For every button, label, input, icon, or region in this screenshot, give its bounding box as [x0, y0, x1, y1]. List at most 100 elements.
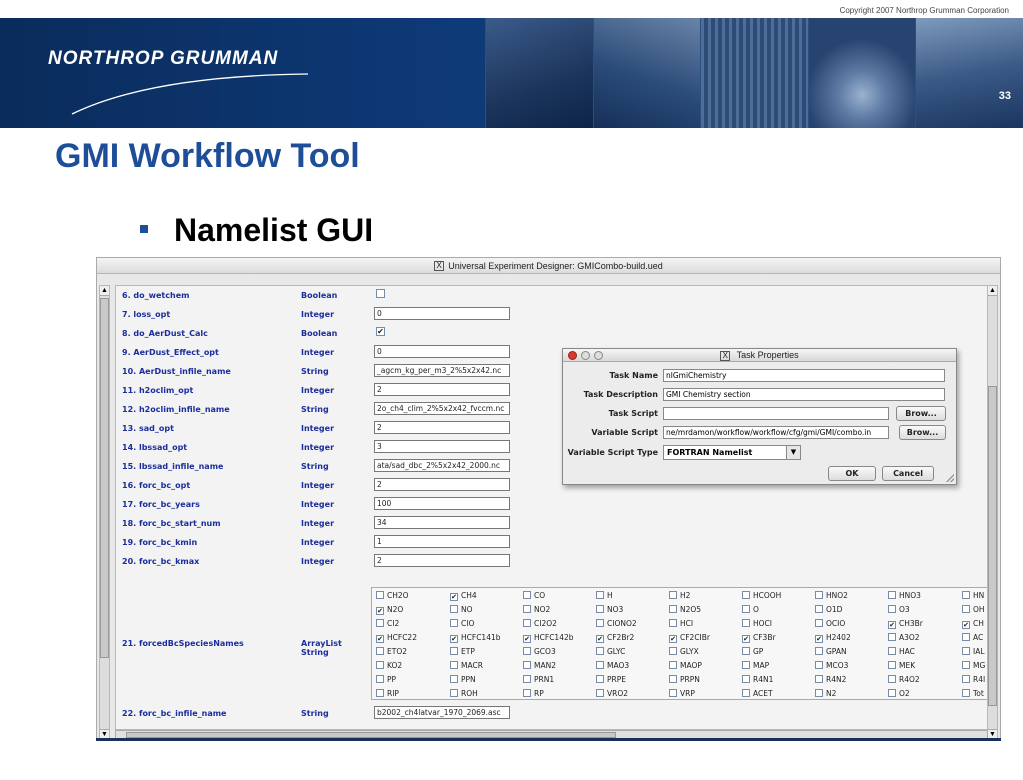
- param-value-field[interactable]: 2o_ch4_clim_2%5x2x42_fvccm.nc: [374, 402, 510, 415]
- checkbox-icon[interactable]: [742, 689, 750, 697]
- species-checkbox[interactable]: CI2O2: [523, 619, 557, 628]
- checkbox-icon[interactable]: [962, 675, 970, 683]
- task-script-field[interactable]: [663, 407, 889, 420]
- checkbox-icon[interactable]: [815, 675, 823, 683]
- species-checkbox[interactable]: ✔ CH4: [450, 591, 477, 601]
- species-checkbox[interactable]: PPN: [450, 675, 476, 684]
- checkbox-icon[interactable]: ✔: [523, 635, 531, 643]
- checkbox-icon[interactable]: [888, 647, 896, 655]
- task-description-field[interactable]: GMI Chemistry section: [663, 388, 945, 401]
- species-checkbox[interactable]: H: [596, 591, 613, 600]
- checkbox-icon[interactable]: [450, 605, 458, 613]
- species-checkbox[interactable]: MAO3: [596, 661, 629, 670]
- checkbox-icon[interactable]: [669, 591, 677, 599]
- species-checkbox[interactable]: NO3: [596, 605, 623, 614]
- checkbox-icon[interactable]: [523, 605, 531, 613]
- species-checkbox[interactable]: R4O2: [888, 675, 920, 684]
- checkbox-icon[interactable]: [376, 647, 384, 655]
- scroll-up-icon[interactable]: ▲: [988, 286, 997, 296]
- species-checkbox[interactable]: HCOOH: [742, 591, 781, 600]
- param-value-field[interactable]: 0: [374, 345, 510, 358]
- species-checkbox[interactable]: GP: [742, 647, 763, 656]
- checkbox-icon[interactable]: [596, 647, 604, 655]
- checkbox-icon[interactable]: [962, 605, 970, 613]
- species-checkbox[interactable]: ✔ CF2Br2: [596, 633, 634, 643]
- checkbox-icon[interactable]: [962, 647, 970, 655]
- param-value-field[interactable]: 34: [374, 516, 510, 529]
- checkbox-icon[interactable]: [596, 591, 604, 599]
- checkbox-icon[interactable]: [376, 661, 384, 669]
- checkbox-icon[interactable]: [815, 661, 823, 669]
- checkbox-icon[interactable]: [669, 675, 677, 683]
- species-checkbox[interactable]: O3: [888, 605, 910, 614]
- species-checkbox[interactable]: HOCI: [742, 619, 772, 628]
- checkbox-icon[interactable]: [815, 689, 823, 697]
- species-checkbox[interactable]: ✔ CF2CIBr: [669, 633, 710, 643]
- species-checkbox[interactable]: HN: [962, 591, 984, 600]
- resize-grip-icon[interactable]: [946, 474, 954, 482]
- param-value-field[interactable]: ata/sad_dbc_2%5x2x42_2000.nc: [374, 459, 510, 472]
- species-checkbox[interactable]: R4N1: [742, 675, 773, 684]
- checkbox-icon[interactable]: [376, 675, 384, 683]
- species-checkbox[interactable]: HAC: [888, 647, 915, 656]
- param-value-field[interactable]: 0: [374, 307, 510, 320]
- species-checkbox[interactable]: PRN1: [523, 675, 554, 684]
- species-checkbox[interactable]: GPAN: [815, 647, 847, 656]
- checkbox-icon[interactable]: [815, 591, 823, 599]
- checkbox-icon[interactable]: [450, 647, 458, 655]
- species-checkbox[interactable]: IAL: [962, 647, 985, 656]
- species-checkbox[interactable]: MACR: [450, 661, 483, 670]
- checkbox-icon[interactable]: [450, 661, 458, 669]
- cancel-button[interactable]: Cancel: [882, 466, 934, 481]
- param-value-field[interactable]: 2: [374, 421, 510, 434]
- left-scrollbar[interactable]: ▲ ▼: [99, 285, 110, 740]
- checkbox-icon[interactable]: [523, 689, 531, 697]
- species-checkbox[interactable]: CIONO2: [596, 619, 637, 628]
- checkbox-icon[interactable]: [523, 675, 531, 683]
- close-window-icon[interactable]: [568, 351, 577, 360]
- species-checkbox[interactable]: GCO3: [523, 647, 556, 656]
- species-checkbox[interactable]: CI2: [376, 619, 399, 628]
- checkbox-icon[interactable]: [596, 675, 604, 683]
- species-checkbox[interactable]: PRPE: [596, 675, 626, 684]
- checkbox-icon[interactable]: [523, 591, 531, 599]
- checkbox-icon[interactable]: ✔: [376, 607, 384, 615]
- param-value-field[interactable]: 1: [374, 535, 510, 548]
- checkbox-icon[interactable]: [376, 689, 384, 697]
- checkbox-icon[interactable]: ✔: [815, 635, 823, 643]
- species-checkbox[interactable]: GLYX: [669, 647, 699, 656]
- checkbox-icon[interactable]: [376, 591, 384, 599]
- checkbox-icon[interactable]: [742, 647, 750, 655]
- checkbox-icon[interactable]: [742, 591, 750, 599]
- param-value-field[interactable]: _agcm_kg_per_m3_2%5x2x42.nc: [374, 364, 510, 377]
- species-checkbox[interactable]: N2O5: [669, 605, 701, 614]
- species-checkbox[interactable]: MAN2: [523, 661, 556, 670]
- param-checkbox[interactable]: ✔: [376, 327, 385, 336]
- param-value-field[interactable]: 3: [374, 440, 510, 453]
- species-checkbox[interactable]: NO: [450, 605, 473, 614]
- species-checkbox[interactable]: Tot: [962, 689, 984, 698]
- checkbox-icon[interactable]: [962, 661, 970, 669]
- checkbox-icon[interactable]: [742, 661, 750, 669]
- species-checkbox[interactable]: RIP: [376, 689, 399, 698]
- checkbox-icon[interactable]: [523, 647, 531, 655]
- checkbox-icon[interactable]: [888, 591, 896, 599]
- dialog-titlebar[interactable]: X Task Properties: [563, 349, 956, 362]
- species-checkbox[interactable]: CIO: [450, 619, 474, 628]
- species-checkbox[interactable]: ✔ CF3Br: [742, 633, 776, 643]
- checkbox-icon[interactable]: [450, 675, 458, 683]
- species-checkbox[interactable]: KO2: [376, 661, 402, 670]
- species-checkbox[interactable]: H2: [669, 591, 690, 600]
- param-value-field[interactable]: b2002_ch4latvar_1970_2069.asc: [374, 706, 510, 719]
- checkbox-icon[interactable]: [742, 675, 750, 683]
- species-checkbox[interactable]: N2: [815, 689, 836, 698]
- variable-script-field[interactable]: ne/mrdamon/workflow/workflow/cfg/gmi/GMI…: [663, 426, 889, 439]
- checkbox-icon[interactable]: [815, 647, 823, 655]
- checkbox-icon[interactable]: ✔: [596, 635, 604, 643]
- species-checkbox[interactable]: MAP: [742, 661, 769, 670]
- checkbox-icon[interactable]: ✔: [888, 621, 896, 629]
- species-checkbox[interactable]: MEK: [888, 661, 915, 670]
- variable-script-type-select[interactable]: FORTRAN Namelist ▼: [663, 445, 801, 460]
- species-checkbox[interactable]: HCI: [669, 619, 693, 628]
- species-checkbox[interactable]: A3O2: [888, 633, 920, 642]
